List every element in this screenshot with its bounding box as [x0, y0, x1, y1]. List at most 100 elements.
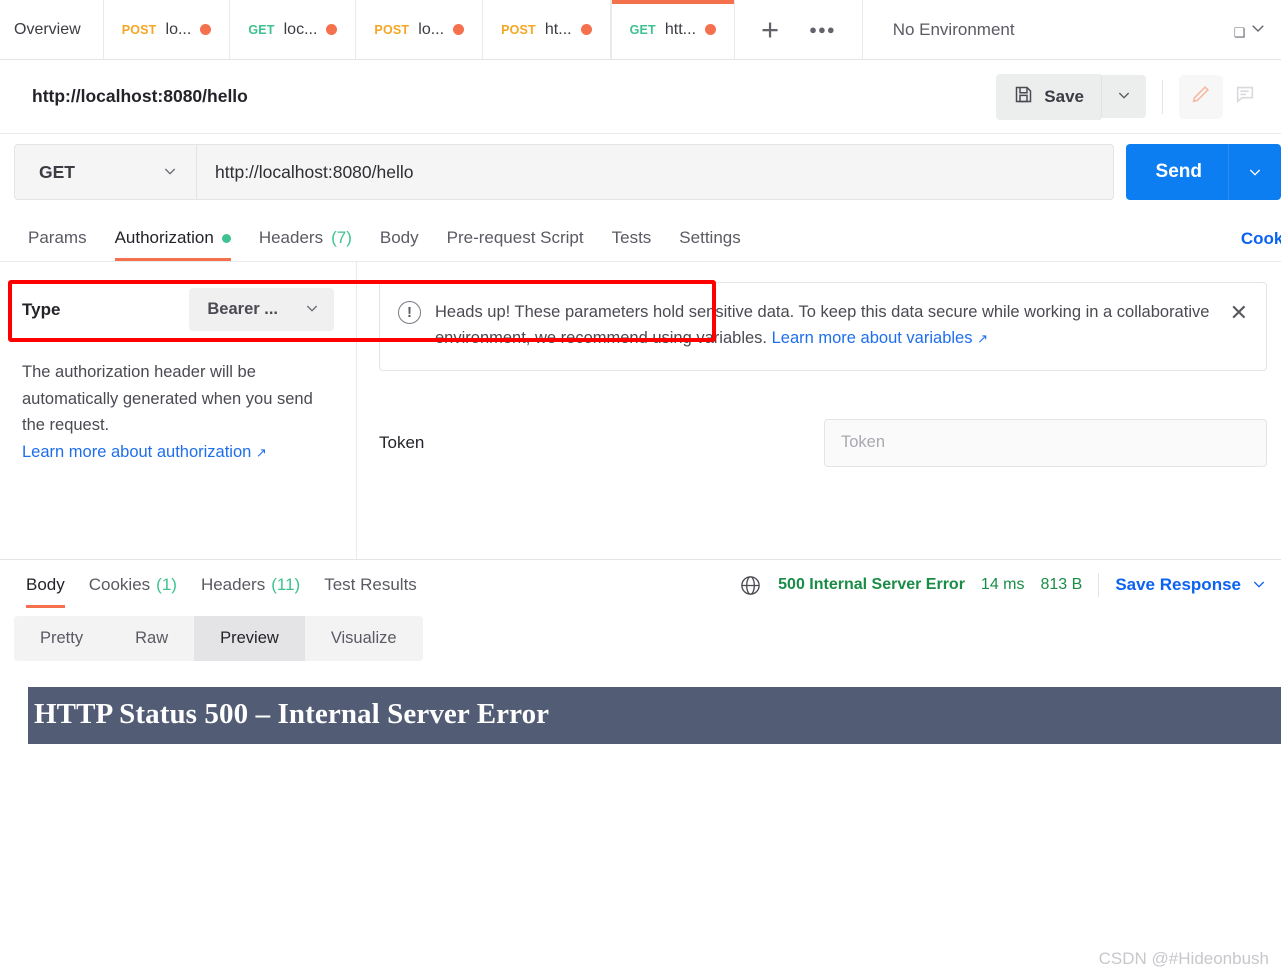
authorization-right-column: ! Heads up! These parameters hold sensit…	[357, 262, 1281, 559]
external-link-arrow-icon: ↗	[977, 331, 988, 347]
view-mode-pretty[interactable]: Pretty	[14, 616, 109, 661]
comment-button[interactable]	[1223, 75, 1267, 119]
ellipsis-icon[interactable]: ●●●	[809, 22, 836, 37]
learn-more-authorization-label: Learn more about authorization	[22, 443, 252, 462]
url-bar: GET http://localhost:8080/hello Send	[0, 134, 1281, 342]
tab-params-label: Params	[28, 228, 87, 247]
response-preview-area: HTTP Status 500 – Internal Server Error	[0, 687, 1281, 744]
tab-pre-request-script[interactable]: Pre-request Script	[433, 228, 598, 261]
authorization-panel: Type Bearer ... The authorization header…	[0, 262, 1281, 560]
learn-more-variables-link[interactable]: Learn more about variables ↗	[772, 329, 988, 347]
request-tab-2[interactable]: GET loc...	[230, 0, 357, 59]
token-label: Token	[379, 432, 425, 452]
exclamation-circle-icon: !	[398, 301, 421, 324]
request-tab-3[interactable]: POST lo...	[356, 0, 484, 59]
unsaved-dot-icon	[326, 24, 338, 35]
tab-tests[interactable]: Tests	[598, 228, 666, 261]
response-tab-headers-count: (11)	[271, 574, 301, 594]
send-options-button[interactable]	[1228, 144, 1281, 200]
response-tab-body-label: Body	[26, 574, 65, 594]
view-mode-visualize[interactable]: Visualize	[305, 616, 423, 661]
method-select[interactable]: GET	[15, 145, 197, 199]
tab-body[interactable]: Body	[366, 228, 433, 261]
request-tabs: Params Authorization Headers (7) Body Pr…	[0, 212, 1281, 262]
tab-params[interactable]: Params	[14, 228, 101, 261]
learn-more-variables-label: Learn more about variables	[771, 329, 973, 348]
url-input[interactable]: http://localhost:8080/hello	[197, 145, 1113, 199]
tab-settings[interactable]: Settings	[665, 228, 754, 261]
save-response-button[interactable]: Save Response	[1115, 575, 1267, 595]
request-tab-5-active[interactable]: GET htt...	[610, 0, 736, 59]
request-title-bar: http://localhost:8080/hello Save	[0, 60, 1281, 134]
response-tab-headers[interactable]: Headers (11)	[189, 563, 312, 608]
auth-type-select[interactable]: Bearer ...	[189, 288, 334, 331]
view-mode-preview[interactable]: Preview	[194, 616, 305, 661]
chevron-down-icon	[1251, 576, 1267, 595]
auth-description-text: The authorization header will be automat…	[22, 363, 313, 435]
tab-bar: Overview POST lo... GET loc... POST lo..…	[0, 0, 1281, 60]
request-tab-4[interactable]: POST ht...	[483, 0, 611, 59]
auth-type-label: Type	[22, 299, 61, 319]
request-tab-3-label: lo...	[418, 20, 445, 38]
request-tab-2-label: loc...	[283, 20, 318, 38]
request-tab-4-method: POST	[501, 22, 536, 37]
tab-overview-label: Overview	[14, 20, 81, 38]
response-tab-test-results-label: Test Results	[324, 574, 417, 594]
save-button[interactable]: Save	[996, 73, 1101, 120]
divider	[1162, 79, 1163, 114]
tab-headers-label: Headers	[258, 228, 324, 247]
edit-button[interactable]	[1179, 74, 1223, 119]
response-tab-body[interactable]: Body	[14, 563, 77, 608]
request-tab-1[interactable]: POST lo...	[104, 0, 231, 59]
sensitive-data-notice: ! Heads up! These parameters hold sensit…	[379, 282, 1267, 371]
learn-more-authorization-link[interactable]: Learn more about authorization ↗	[22, 443, 267, 461]
tab-pre-request-script-label: Pre-request Script	[446, 228, 584, 247]
sensitive-data-notice-text: Heads up! These parameters hold sensitiv…	[435, 299, 1216, 352]
cookies-link[interactable]: Cookies	[1241, 229, 1281, 249]
environment-selector[interactable]: No Environment ❏	[863, 0, 1281, 59]
save-options-button[interactable]	[1101, 75, 1146, 118]
tab-headers-count: (7)	[331, 228, 352, 247]
unsaved-dot-icon	[200, 24, 212, 35]
response-view-toggle-wrap: Pretty Raw Preview Visualize	[0, 610, 1281, 661]
response-tab-test-results[interactable]: Test Results	[312, 563, 429, 608]
unsaved-dot-icon	[705, 24, 717, 35]
send-group: Send	[1125, 144, 1281, 200]
request-tab-2-method: GET	[248, 22, 275, 37]
close-icon[interactable]: ✕	[1230, 302, 1248, 324]
auth-type-row: Type Bearer ...	[22, 288, 334, 331]
token-row: Token Token	[379, 418, 1267, 467]
response-size: 813 B	[1040, 576, 1083, 593]
request-tab-5-method: GET	[629, 22, 656, 37]
unsaved-dot-icon	[453, 24, 465, 35]
request-tab-1-label: lo...	[165, 20, 192, 38]
chevron-down-icon	[304, 300, 320, 319]
request-tab-4-label: ht...	[544, 20, 572, 38]
tab-overview[interactable]: Overview	[0, 0, 104, 59]
title-bar-actions: Save	[996, 73, 1267, 120]
tab-headers[interactable]: Headers (7)	[245, 228, 366, 261]
token-input[interactable]: Token	[824, 418, 1267, 467]
tab-authorization[interactable]: Authorization	[101, 228, 245, 261]
view-mode-raw[interactable]: Raw	[109, 616, 194, 661]
send-button[interactable]: Send	[1126, 144, 1228, 200]
request-tab-5-label: htt...	[664, 20, 697, 38]
tab-bar-actions: + ●●●	[735, 0, 863, 59]
auth-description: The authorization header will be automat…	[22, 359, 322, 466]
request-tab-1-method: POST	[121, 22, 157, 37]
auth-type-value: Bearer ...	[207, 300, 278, 318]
response-tabs: Body Cookies (1) Headers (11) Test Resul…	[0, 560, 1281, 610]
globe-icon	[739, 574, 762, 597]
pencil-icon	[1190, 83, 1212, 110]
plus-icon[interactable]: +	[761, 14, 779, 45]
response-tab-headers-label: Headers	[200, 574, 266, 594]
save-response-label: Save Response	[1115, 575, 1241, 594]
error-status-banner: HTTP Status 500 – Internal Server Error	[28, 687, 1281, 744]
authorization-left-column: Type Bearer ... The authorization header…	[0, 262, 357, 559]
chevron-down-icon[interactable]: ❏	[1234, 19, 1267, 41]
floppy-disk-icon	[1013, 84, 1034, 110]
request-tab-3-method: POST	[374, 22, 410, 37]
response-view-toggle: Pretty Raw Preview Visualize	[14, 616, 423, 661]
external-link-arrow-icon: ↗	[255, 445, 267, 461]
response-tab-cookies[interactable]: Cookies (1)	[77, 563, 189, 608]
